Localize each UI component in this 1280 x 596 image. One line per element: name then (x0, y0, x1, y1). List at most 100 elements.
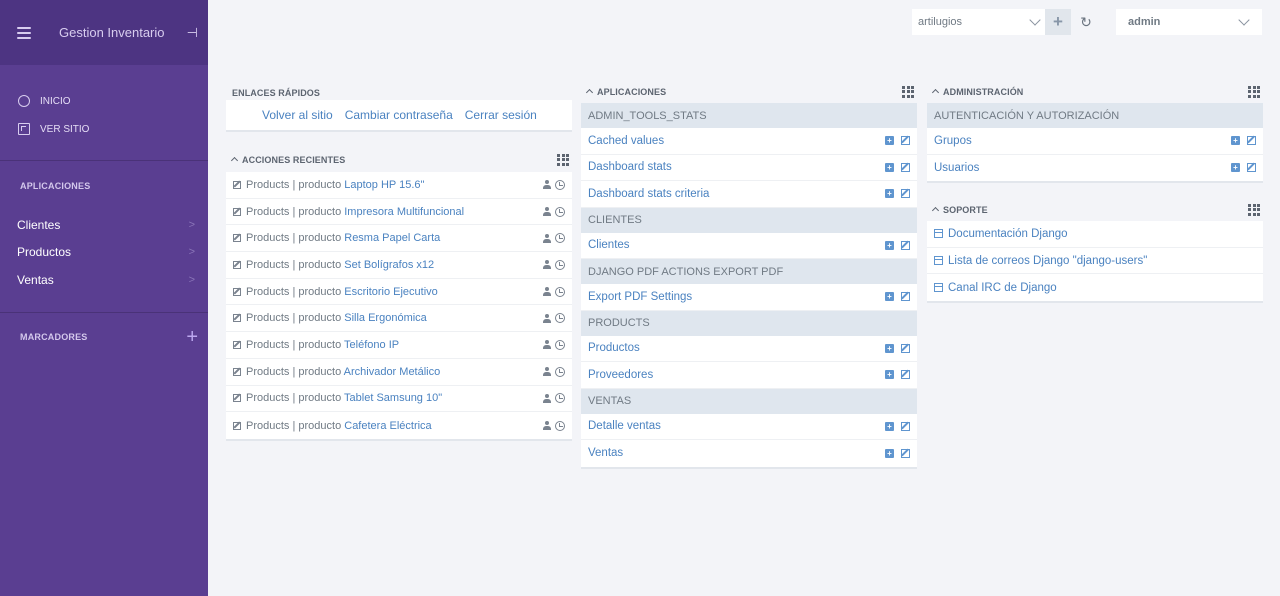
pin-icon[interactable]: ⊣ (187, 25, 198, 41)
drag-handle-icon[interactable] (902, 85, 914, 98)
quick-link-back-to-site[interactable]: Volver al sitio (262, 108, 333, 122)
recent-action-object[interactable]: Set Bolígrafos x12 (344, 259, 434, 271)
edit-icon[interactable] (1247, 163, 1256, 173)
clock-icon[interactable] (555, 366, 565, 377)
add-icon[interactable]: + (885, 240, 894, 250)
support-link[interactable]: Canal IRC de Django (927, 274, 1263, 301)
user-icon[interactable] (543, 421, 551, 431)
user-icon[interactable] (543, 233, 551, 243)
clock-icon[interactable] (555, 206, 565, 217)
theme-select[interactable]: artilugios (912, 9, 1045, 35)
clock-icon[interactable] (555, 393, 565, 404)
support-link-label: Lista de correos Django "django-users" (948, 254, 1148, 267)
clock-icon[interactable] (555, 286, 565, 297)
app-group-header[interactable]: AUTENTICACIÓN Y AUTORIZACIÓN (927, 103, 1263, 128)
support-link[interactable]: Documentación Django (927, 221, 1263, 248)
add-icon[interactable]: + (885, 292, 894, 302)
app-group-header[interactable]: ADMIN_TOOLS_STATS (581, 103, 917, 128)
module-toggle[interactable]: APLICACIONES (585, 87, 666, 97)
model-link[interactable]: Grupos (934, 135, 972, 147)
edit-icon[interactable] (901, 136, 910, 146)
drag-handle-icon[interactable] (557, 153, 569, 166)
add-icon[interactable]: + (885, 421, 894, 431)
model-link[interactable]: Export PDF Settings (588, 291, 692, 303)
drag-handle-icon[interactable] (1248, 203, 1260, 216)
model-link[interactable]: Ventas (588, 447, 623, 459)
app-group-header[interactable]: CLIENTES (581, 207, 917, 233)
user-icon[interactable] (543, 367, 551, 377)
app-title[interactable]: Gestion Inventario (59, 25, 187, 40)
recent-action-object[interactable]: Silla Ergonómica (344, 312, 427, 324)
clock-icon[interactable] (555, 313, 565, 324)
user-icon[interactable] (543, 260, 551, 270)
add-icon[interactable]: + (885, 189, 894, 199)
user-select[interactable]: admin (1116, 9, 1262, 35)
edit-icon[interactable] (901, 162, 910, 172)
edit-icon[interactable] (901, 343, 910, 353)
recent-action-object[interactable]: Tablet Samsung 10" (344, 392, 442, 404)
drag-handle-icon[interactable] (1248, 85, 1260, 98)
edit-icon[interactable] (1247, 136, 1256, 146)
quick-link-change-password[interactable]: Cambiar contraseña (345, 108, 453, 122)
edit-icon[interactable] (901, 189, 910, 199)
clock-icon[interactable] (555, 259, 565, 270)
recent-action-object[interactable]: Escritorio Ejecutivo (344, 286, 438, 298)
model-link[interactable]: Dashboard stats (588, 161, 672, 173)
recent-action-object[interactable]: Cafetera Eléctrica (344, 420, 431, 432)
add-icon[interactable]: + (885, 343, 894, 353)
add-icon[interactable]: + (885, 136, 894, 146)
edit-icon[interactable] (901, 448, 910, 458)
add-icon[interactable]: + (1231, 136, 1240, 146)
recent-action-object[interactable]: Archivador Metálico (344, 366, 441, 378)
module-toggle[interactable]: ACCIONES RECIENTES (230, 155, 345, 165)
clock-icon[interactable] (555, 179, 565, 190)
app-group-header[interactable]: PRODUCTS (581, 310, 917, 336)
table-row: Proveedores + (581, 362, 917, 389)
model-link[interactable]: Dashboard stats criteria (588, 188, 709, 200)
model-link[interactable]: Proveedores (588, 369, 653, 381)
edit-icon[interactable] (901, 240, 910, 250)
model-link[interactable]: Cached values (588, 135, 664, 147)
sidebar-item-clientes[interactable]: Clientes > (0, 211, 208, 239)
module-toggle[interactable]: SOPORTE (931, 205, 988, 215)
add-icon[interactable]: + (885, 162, 894, 172)
module-toggle[interactable]: ADMINISTRACIÓN (931, 87, 1023, 97)
recent-action-object[interactable]: Laptop HP 15.6" (344, 179, 424, 191)
hamburger-menu-icon[interactable] (17, 26, 31, 39)
edit-icon[interactable] (901, 292, 910, 302)
user-icon[interactable] (543, 180, 551, 190)
add-icon[interactable]: + (1231, 163, 1240, 173)
user-icon[interactable] (543, 313, 551, 323)
add-icon[interactable]: + (885, 370, 894, 380)
quick-link-logout[interactable]: Cerrar sesión (465, 108, 537, 122)
collapse-icon (585, 88, 594, 97)
model-link[interactable]: Detalle ventas (588, 420, 661, 432)
sidebar-item-ventas[interactable]: Ventas > (0, 266, 208, 294)
recent-action-object[interactable]: Resma Papel Carta (344, 232, 440, 244)
support-link[interactable]: Lista de correos Django "django-users" (927, 248, 1263, 275)
recent-action-object[interactable]: Impresora Multifuncional (344, 206, 464, 218)
clock-icon[interactable] (555, 339, 565, 350)
add-bookmark-icon[interactable]: + (186, 327, 198, 347)
add-button[interactable]: + (1045, 9, 1071, 35)
list-item: Products | producto Silla Ergonómica (226, 305, 572, 333)
user-icon[interactable] (543, 207, 551, 217)
model-link[interactable]: Productos (588, 342, 640, 354)
clock-icon[interactable] (555, 233, 565, 244)
sidebar-item-productos[interactable]: Productos > (0, 239, 208, 267)
user-icon[interactable] (543, 340, 551, 350)
user-icon[interactable] (543, 393, 551, 403)
model-link[interactable]: Clientes (588, 239, 630, 251)
user-icon[interactable] (543, 287, 551, 297)
clock-icon[interactable] (555, 420, 565, 431)
nav-link-view-site[interactable]: VER SITIO (0, 115, 208, 143)
app-group-header[interactable]: VENTAS (581, 388, 917, 414)
edit-icon[interactable] (901, 421, 910, 431)
app-group-header[interactable]: DJANGO PDF ACTIONS EXPORT PDF (581, 259, 917, 284)
edit-icon[interactable] (901, 370, 910, 380)
recent-action-object[interactable]: Teléfono IP (344, 339, 399, 351)
add-icon[interactable]: + (885, 448, 894, 458)
nav-link-home[interactable]: INICIO (0, 87, 208, 115)
model-link[interactable]: Usuarios (934, 162, 979, 174)
refresh-icon[interactable]: ↻ (1071, 14, 1101, 31)
